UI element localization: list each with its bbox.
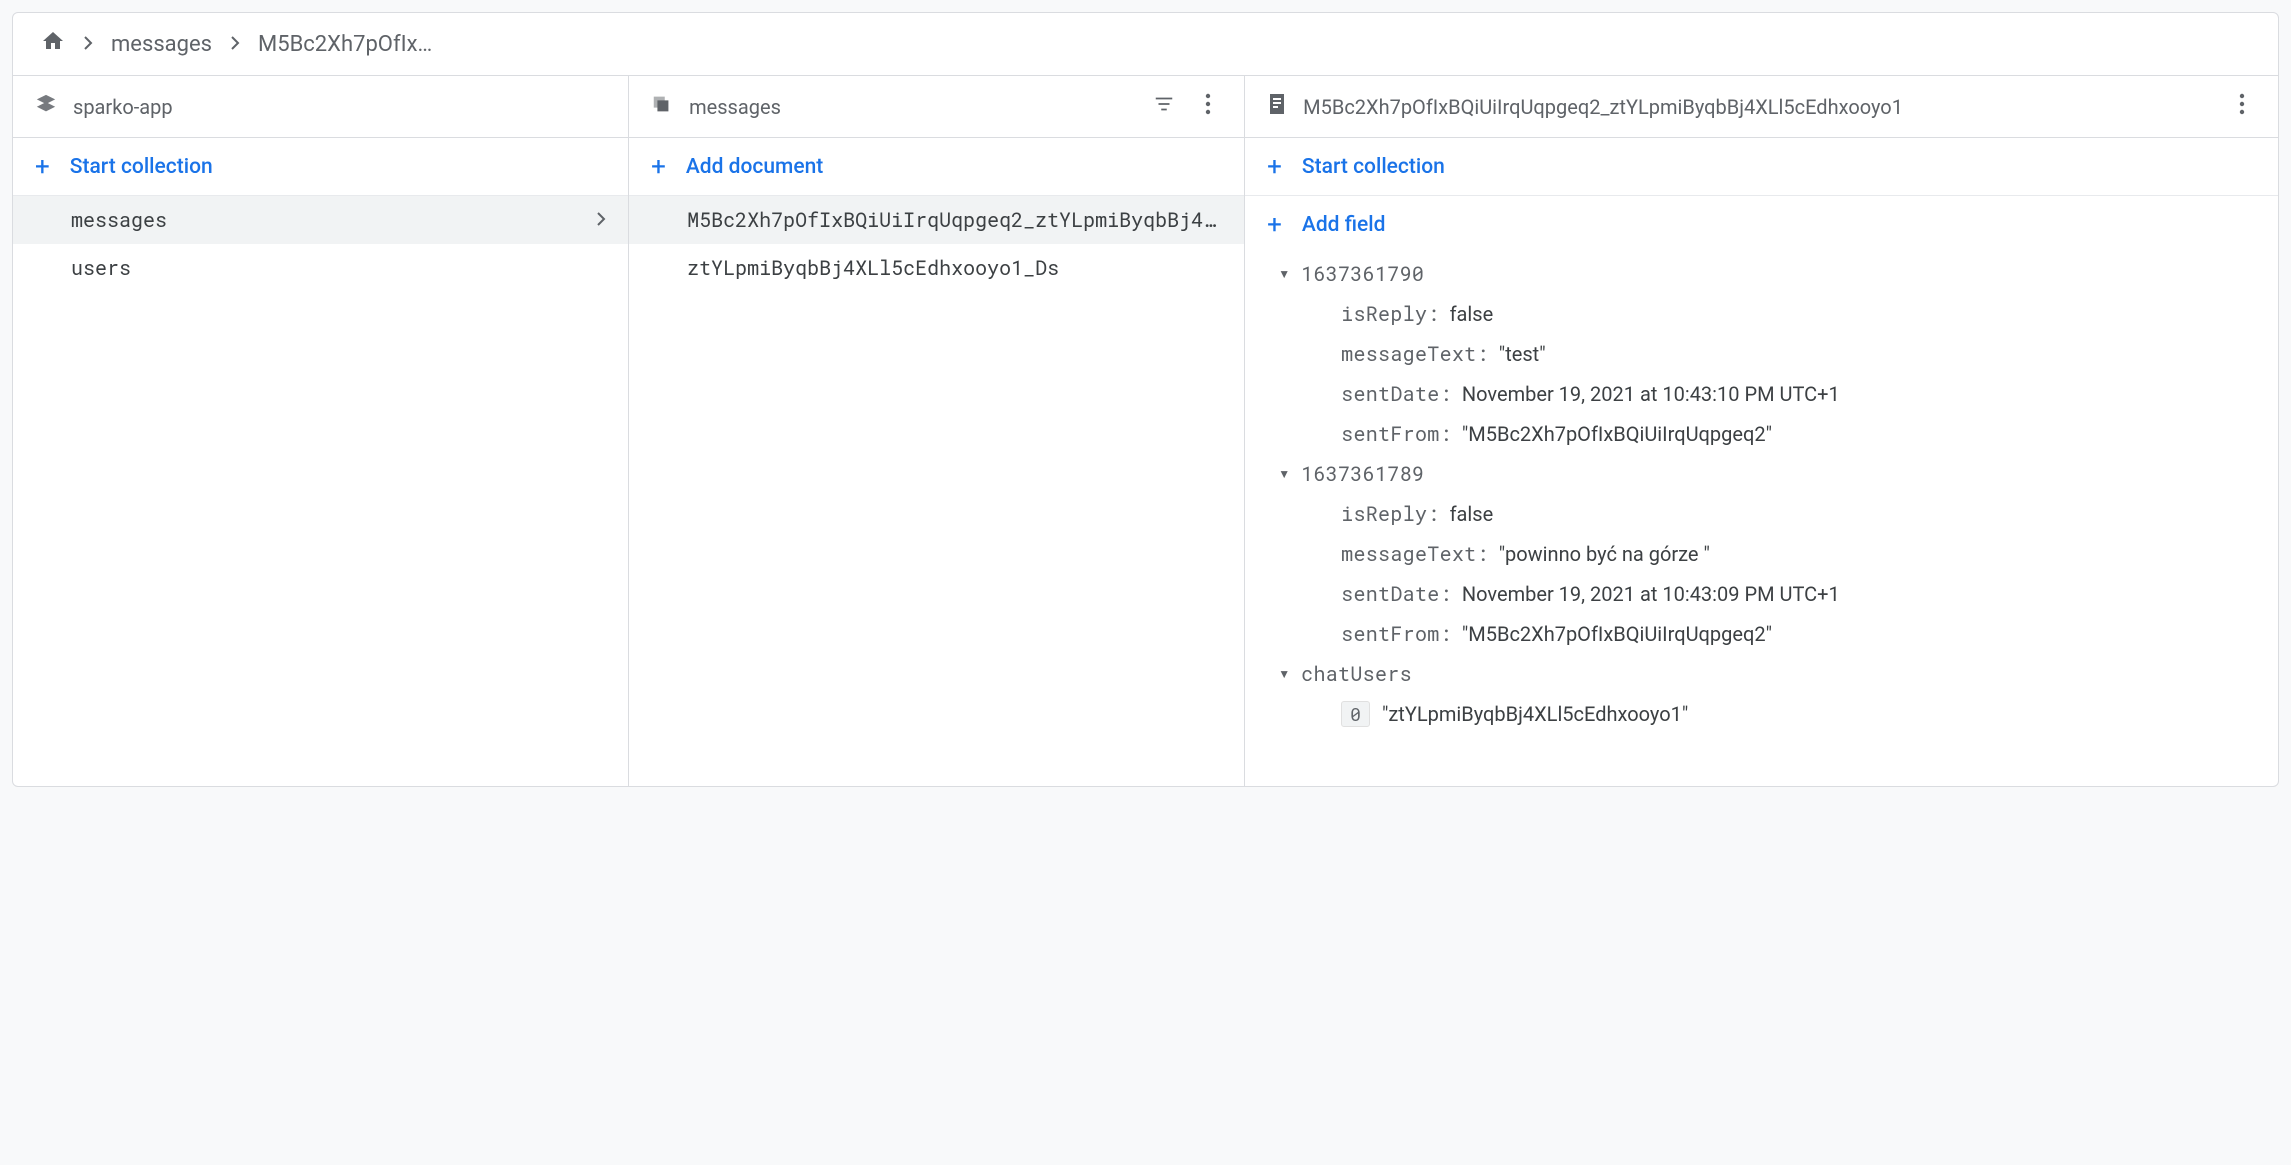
breadcrumb-item[interactable]: messages: [111, 32, 212, 57]
field-key: isReply:: [1341, 301, 1439, 327]
field-key: sentFrom:: [1341, 621, 1452, 647]
collection-icon: [651, 93, 673, 120]
chevron-right-icon: [230, 32, 240, 56]
chevron-right-icon: [596, 207, 606, 233]
add-field-button[interactable]: + Add field: [1245, 196, 2278, 254]
field-value: false: [1450, 302, 1494, 326]
collection-row-label: messages: [71, 207, 596, 233]
add-document-label: Add document: [686, 155, 823, 179]
field-row[interactable]: isReply: false: [1245, 494, 2278, 534]
field-map[interactable]: ▼ 1637361789: [1245, 454, 2278, 494]
caret-down-icon[interactable]: ▼: [1267, 267, 1301, 281]
field-value: false: [1450, 502, 1494, 526]
document-row-label: M5Bc2Xh7pOfIxBQiUiIrqUqpgeq2_ztYLpmiByqb…: [687, 207, 1222, 233]
start-collection-button[interactable]: + Start collection: [13, 138, 628, 196]
root-title: sparko-app: [73, 95, 606, 119]
field-value: "powinno być na górze ": [1499, 542, 1710, 566]
plus-icon: +: [1267, 210, 1282, 240]
doc-start-collection-label: Start collection: [1302, 155, 1445, 179]
field-key: sentFrom:: [1341, 421, 1452, 447]
root-header: sparko-app: [13, 76, 628, 138]
collection-header: messages: [629, 76, 1244, 138]
collection-row-label: users: [71, 255, 606, 281]
caret-down-icon[interactable]: ▼: [1267, 467, 1301, 481]
chevron-right-icon: [83, 32, 93, 56]
document-icon: [1267, 93, 1287, 120]
field-row[interactable]: sentFrom: "M5Bc2Xh7pOfIxBQiUiIrqUqpgeq2": [1245, 414, 2278, 454]
field-value: November 19, 2021 at 10:43:10 PM UTC+1: [1462, 382, 1840, 406]
field-array[interactable]: ▼ chatUsers: [1245, 654, 2278, 694]
caret-down-icon[interactable]: ▼: [1267, 667, 1301, 681]
document-row-label: ztYLpmiByqbBj4XLl5cEdhxooyo1_Ds: [687, 255, 1222, 281]
plus-icon: +: [651, 152, 666, 182]
filter-icon[interactable]: [1150, 93, 1178, 120]
collection-row-messages[interactable]: messages: [13, 196, 628, 244]
add-field-label: Add field: [1302, 213, 1386, 237]
array-index-badge: 0: [1341, 701, 1370, 727]
document-row[interactable]: ztYLpmiByqbBj4XLl5cEdhxooyo1_Ds: [629, 244, 1244, 292]
more-vert-icon[interactable]: [1194, 93, 1222, 120]
field-value: November 19, 2021 at 10:43:09 PM UTC+1: [1462, 582, 1840, 606]
field-row[interactable]: messageText: "powinno być na górze ": [1245, 534, 2278, 574]
field-key: sentDate:: [1341, 381, 1452, 407]
collection-title: messages: [689, 95, 1134, 119]
collection-row-users[interactable]: users: [13, 244, 628, 292]
field-value: "M5Bc2Xh7pOfIxBQiUiIrqUqpgeq2": [1462, 622, 1772, 646]
field-key: messageText:: [1341, 541, 1489, 567]
field-row[interactable]: messageText: "test": [1245, 334, 2278, 374]
doc-start-collection-button[interactable]: + Start collection: [1245, 138, 2278, 196]
breadcrumb-item[interactable]: M5Bc2Xh7pOfIx…: [258, 32, 432, 57]
field-map[interactable]: ▼ 1637361790: [1245, 254, 2278, 294]
plus-icon: +: [35, 152, 50, 182]
field-row[interactable]: sentFrom: "M5Bc2Xh7pOfIxBQiUiIrqUqpgeq2": [1245, 614, 2278, 654]
field-row[interactable]: sentDate: November 19, 2021 at 10:43:09 …: [1245, 574, 2278, 614]
more-vert-icon[interactable]: [2228, 93, 2256, 120]
field-key: isReply:: [1341, 501, 1439, 527]
field-value: "M5Bc2Xh7pOfIxBQiUiIrqUqpgeq2": [1462, 422, 1772, 446]
field-map-key: 1637361790: [1301, 261, 1424, 287]
field-array-item[interactable]: 0 "ztYLpmiByqbBj4XLl5cEdhxooyo1": [1245, 694, 2278, 734]
field-row[interactable]: sentDate: November 19, 2021 at 10:43:10 …: [1245, 374, 2278, 414]
plus-icon: +: [1267, 152, 1282, 182]
field-value: "test": [1499, 342, 1546, 366]
add-document-button[interactable]: + Add document: [629, 138, 1244, 196]
start-collection-label: Start collection: [70, 155, 213, 179]
home-icon[interactable]: [41, 29, 65, 59]
field-map-key: 1637361789: [1301, 461, 1424, 487]
field-key: messageText:: [1341, 341, 1489, 367]
field-value: "ztYLpmiByqbBj4XLl5cEdhxooyo1": [1382, 702, 1688, 726]
document-title: M5Bc2Xh7pOfIxBQiUiIrqUqpgeq2_ztYLpmiByqb…: [1303, 95, 2212, 119]
field-array-key: chatUsers: [1301, 661, 1412, 687]
document-header: M5Bc2Xh7pOfIxBQiUiIrqUqpgeq2_ztYLpmiByqb…: [1245, 76, 2278, 138]
document-row[interactable]: M5Bc2Xh7pOfIxBQiUiIrqUqpgeq2_ztYLpmiByqb…: [629, 196, 1244, 244]
field-key: sentDate:: [1341, 581, 1452, 607]
breadcrumb: messages M5Bc2Xh7pOfIx…: [13, 13, 2278, 76]
field-row[interactable]: isReply: false: [1245, 294, 2278, 334]
firestore-stack-icon: [35, 93, 57, 120]
